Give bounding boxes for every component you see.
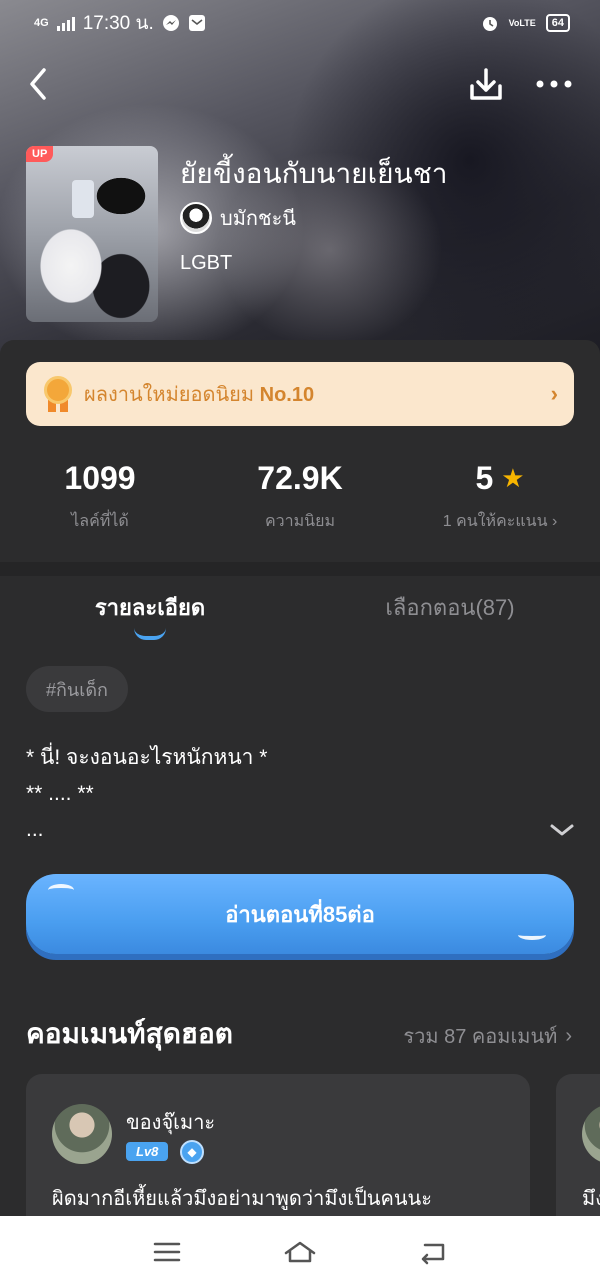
top-bar	[0, 60, 600, 110]
continue-reading-button[interactable]: อ่านตอนที่85ต่อ	[26, 874, 574, 954]
chevron-right-icon: ›	[551, 513, 558, 530]
comment-text: มึง	[582, 1188, 600, 1210]
level-badge: Lv8	[126, 1142, 169, 1161]
home-icon[interactable]	[282, 1237, 318, 1267]
chevron-right-icon: ›	[550, 381, 558, 406]
system-nav-bar	[0, 1216, 600, 1287]
rating-value: 5	[475, 460, 494, 496]
hot-comments-title: คอมเมนท์สุดฮอต	[26, 1018, 233, 1049]
download-icon[interactable]	[466, 64, 506, 104]
status-time: 17:30 น.	[82, 13, 154, 34]
stat-rating[interactable]: 5 ★ 1 คนให้คะแนน ›	[400, 460, 600, 540]
ranking-banner[interactable]: ผลงานใหม่ยอดนิยม No.10 ›	[26, 362, 574, 426]
network-indicator: 4G	[34, 17, 49, 29]
author-avatar[interactable]	[180, 202, 212, 234]
back-icon[interactable]	[24, 66, 52, 102]
all-comments-link[interactable]: รวม 87 คอมเมนท์ ›	[403, 1020, 572, 1052]
tab-chapters[interactable]: เลือกตอน(87)	[300, 590, 600, 646]
story-genre[interactable]: LGBT	[180, 252, 232, 275]
volte-indicator: VoLTE	[508, 18, 536, 28]
stat-likes: 1099 ไลค์ที่ได้	[0, 460, 200, 540]
story-description: * นี่! จะงอนอะไรหนักหนา * ** .... ** ...	[26, 740, 267, 848]
description-line: * นี่! จะงอนอะไรหนักหนา *	[26, 746, 268, 769]
chevron-right-icon: ›	[565, 1024, 572, 1047]
likes-value: 1099	[64, 460, 136, 496]
menu-icon[interactable]	[149, 1237, 185, 1267]
button-shine	[48, 884, 74, 896]
comment-total: รวม 87 คอมเมนท์	[403, 1026, 558, 1048]
likes-label: ไลค์ที่ได้	[71, 513, 129, 530]
up-badge: UP	[26, 146, 54, 162]
tab-bar: รายละเอียด เลือกตอน(87)	[0, 590, 600, 646]
author-name[interactable]: บมักชะนี	[220, 202, 296, 234]
stat-popularity: 72.9K ความนิยม	[200, 460, 400, 540]
signal-icon	[56, 15, 75, 31]
banner-label: ผลงานใหม่ยอดนิยม	[84, 384, 255, 406]
story-cover-image[interactable]	[26, 146, 158, 322]
continue-reading-label: อ่านตอนที่85ต่อ	[225, 901, 375, 927]
alarm-icon	[482, 17, 497, 31]
hashtag-chip[interactable]: #กินเด็ก	[26, 666, 128, 712]
rating-value-row: 5 ★	[400, 460, 600, 497]
mail-icon	[188, 15, 205, 31]
stats-row: 1099 ไลค์ที่ได้ 72.9K ความนิยม 5 ★ 1 คนใ…	[0, 460, 600, 540]
more-options-icon[interactable]	[532, 68, 576, 100]
commenter-name[interactable]: ของจุ๊เมาะ	[126, 1106, 215, 1138]
medal-icon	[42, 376, 74, 412]
rating-label-row: 1 คนให้คะแนน ›	[400, 509, 600, 534]
commenter-avatar[interactable]	[582, 1104, 600, 1164]
battery-level: 64	[551, 17, 564, 29]
button-shine	[518, 930, 546, 940]
battery-icon: 64	[545, 14, 570, 32]
rating-label: 1 คนให้คะแนน	[442, 513, 548, 530]
cover-phone-shape	[72, 180, 94, 218]
chevron-down-icon[interactable]	[548, 820, 576, 840]
messenger-icon	[162, 15, 179, 31]
author-row[interactable]: บมักชะนี	[180, 202, 296, 234]
diamond-icon: ◆	[180, 1140, 204, 1164]
banner-rank: No.10	[259, 384, 315, 406]
description-line: ...	[26, 818, 44, 841]
banner-text: ผลงานใหม่ยอดนิยม No.10	[84, 378, 314, 410]
status-bar: 4G 17:30 น. VoLTE 64	[0, 0, 600, 46]
star-icon: ★	[501, 463, 525, 493]
popularity-value: 72.9K	[257, 460, 343, 496]
back-nav-icon[interactable]	[415, 1237, 451, 1267]
popularity-label: ความนิยม	[264, 513, 336, 530]
section-divider	[0, 562, 600, 576]
story-title: ยัยขี้งอนกับนายเย็นชา	[180, 158, 448, 189]
comment-text: ผิดมากอีเหี้ยแล้วมึงอย่ามาพูดว่ามึงเป็นค…	[52, 1188, 432, 1210]
description-line: ** .... **	[26, 782, 94, 805]
commenter-avatar[interactable]	[52, 1104, 112, 1164]
